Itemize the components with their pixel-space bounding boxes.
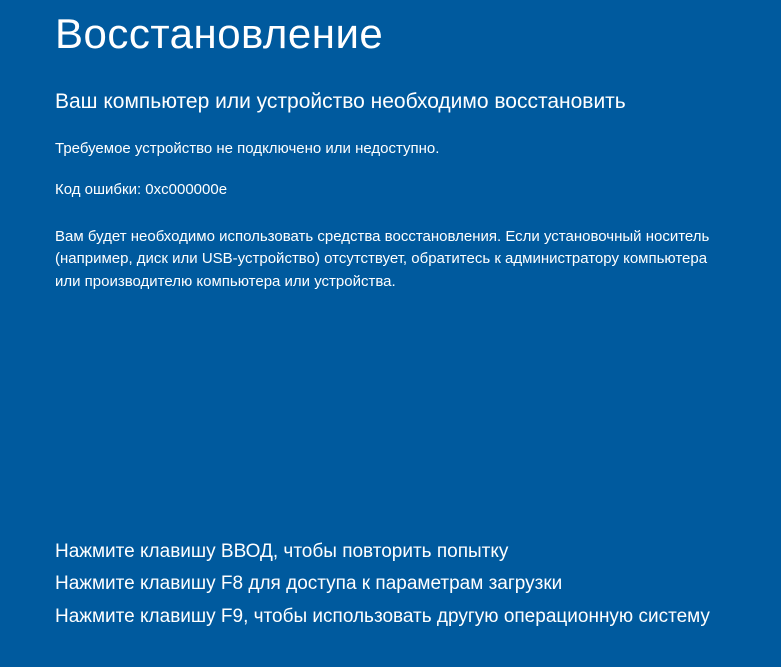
page-title: Восстановление xyxy=(55,10,726,58)
instruction-f8: Нажмите клавишу F8 для доступа к парамет… xyxy=(55,568,726,600)
recovery-subtitle: Ваш компьютер или устройство необходимо … xyxy=(55,90,726,114)
error-code: Код ошибки: 0xc000000e xyxy=(55,181,726,198)
recovery-instructions: Вам будет необходимо использовать средст… xyxy=(55,226,715,294)
error-message: Требуемое устройство не подключено или н… xyxy=(55,138,715,161)
instruction-enter: Нажмите клавишу ВВОД, чтобы повторить по… xyxy=(55,536,726,568)
instruction-f9: Нажмите клавишу F9, чтобы использовать д… xyxy=(55,601,726,633)
keyboard-instructions: Нажмите клавишу ВВОД, чтобы повторить по… xyxy=(55,536,726,633)
